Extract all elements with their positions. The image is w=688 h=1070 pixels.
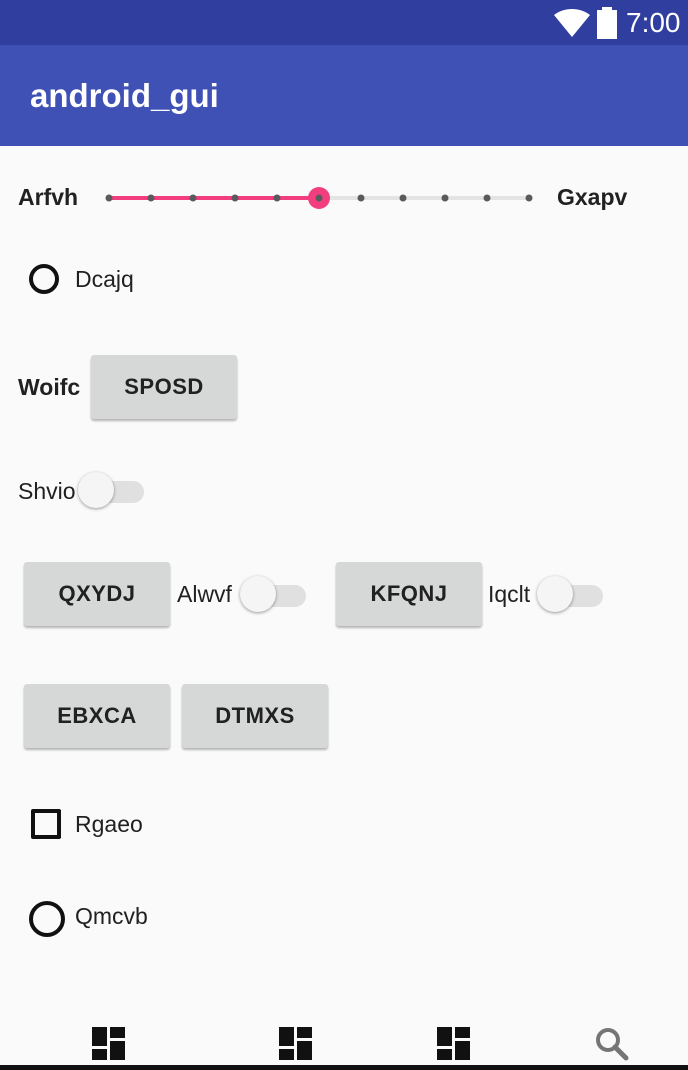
iqclt-switch[interactable] — [537, 574, 607, 614]
qxydj-button[interactable]: QXYDJ — [24, 562, 170, 626]
switch-thumb[interactable] — [240, 576, 276, 612]
kfqnj-button[interactable]: KFQNJ — [336, 562, 482, 626]
iqclt-label: Iqclt — [488, 581, 531, 607]
switch-thumb[interactable] — [78, 472, 114, 508]
seekbar-tick — [525, 194, 533, 202]
ebxca-button[interactable]: EBXCA — [24, 684, 170, 748]
shvio-switch[interactable] — [78, 470, 148, 510]
shvio-label: Shvio — [18, 478, 76, 504]
status-time: 7:00 — [626, 7, 681, 38]
seekbar-tick — [357, 194, 365, 202]
app-title: android_gui — [30, 77, 219, 114]
seekbar[interactable] — [100, 182, 540, 214]
search-icon[interactable] — [595, 1027, 629, 1061]
seekbar-thumb-center — [315, 194, 323, 202]
radio-qmcvb[interactable]: Qmcvb — [29, 898, 229, 937]
radio-qmcvb-label: Qmcvb — [75, 903, 148, 929]
battery-icon — [597, 7, 617, 39]
app-bar: android_gui — [0, 45, 688, 146]
seekbar-tick — [273, 194, 281, 202]
seekbar-left-label: Arfvh — [18, 184, 79, 210]
seekbar-tick — [105, 194, 113, 202]
alwvf-switch[interactable] — [240, 574, 310, 614]
dashboard-icon[interactable] — [279, 1027, 312, 1060]
wifi-icon — [554, 9, 590, 37]
seekbar-tick — [399, 194, 407, 202]
seekbar-tick — [189, 194, 197, 202]
seekbar-tick — [483, 194, 491, 202]
seekbar-tick — [231, 194, 239, 202]
radio-dcajq[interactable]: Dcajq — [29, 262, 229, 296]
radio-circle[interactable] — [29, 901, 65, 937]
woifc-label: Woifc — [18, 374, 81, 400]
switch-thumb[interactable] — [537, 576, 573, 612]
seekbar-right-label: Gxapv — [557, 184, 628, 210]
alwvf-label: Alwvf — [177, 581, 232, 607]
seekbar-tick — [147, 194, 155, 202]
bottom-nav — [0, 1015, 688, 1070]
checkbox-box[interactable] — [31, 809, 61, 839]
nav-bar-bottom-edge — [0, 1065, 688, 1070]
status-bar: 7:00 — [0, 0, 688, 45]
seekbar-tick — [441, 194, 449, 202]
dashboard-icon[interactable] — [437, 1027, 470, 1060]
sposd-button[interactable]: SPOSD — [91, 355, 237, 419]
radio-dcajq-label: Dcajq — [75, 266, 134, 292]
dtmxs-button[interactable]: DTMXS — [182, 684, 328, 748]
checkbox-rgaeo[interactable]: Rgaeo — [31, 807, 231, 841]
dashboard-icon[interactable] — [92, 1027, 125, 1060]
radio-circle[interactable] — [29, 264, 59, 294]
checkbox-rgaeo-label: Rgaeo — [75, 811, 143, 837]
